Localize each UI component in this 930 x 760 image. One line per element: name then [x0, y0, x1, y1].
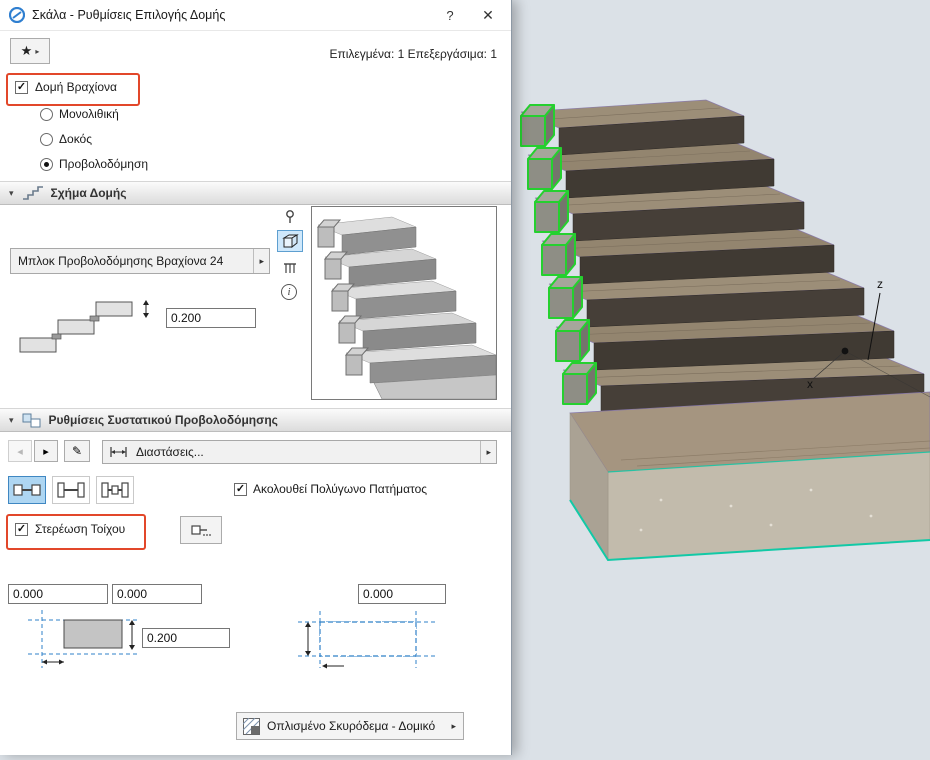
dimension-icon [110, 447, 127, 457]
check-icon: ✓ [235, 483, 246, 495]
dropdown-arrow-icon: ▸ [451, 720, 456, 731]
cross-section-schematic [28, 610, 140, 668]
building-material-label: Οπλισμένο Σκυρόδεμα - Δομικό [267, 719, 436, 733]
stair-structure-settings-dialog: Σκάλα - Ρυθμίσεις Επιλογής Δομής ? ✕ ★ ▸… [0, 0, 512, 755]
beam-structure-checkbox[interactable]: ✓ [15, 81, 28, 94]
landing-slab-schematic [298, 611, 436, 669]
offset-right-input[interactable] [112, 584, 202, 604]
dialog-title: Σκάλα - Ρυθμίσεις Επιλογής Δομής [32, 8, 226, 22]
axis-z-label: z [877, 277, 883, 291]
info-icon: i [287, 286, 291, 298]
connection-type-2-button[interactable] [52, 476, 90, 504]
block-height-schematic [19, 300, 149, 353]
thickness-input[interactable] [142, 628, 230, 648]
radio-cantilevered[interactable] [40, 158, 53, 171]
block-height-input[interactable] [166, 308, 256, 328]
radio-monolithic-label: Μονολιθική [59, 107, 119, 121]
next-component-button[interactable]: ▸ [34, 440, 58, 462]
connection-type-1-button[interactable] [8, 476, 46, 504]
check-icon: ✓ [16, 81, 27, 93]
offset-far-input[interactable] [358, 584, 446, 604]
component-section-title: Ρυθμίσεις Συστατικού Προβολοδόμησης [48, 413, 278, 427]
structure-preview [311, 206, 497, 400]
edit-component-button[interactable]: ✎ [64, 440, 90, 462]
axis-x-label: x [807, 377, 813, 391]
dropdown-arrow-icon: ▸ [480, 441, 496, 463]
shape-section-title: Σχήμα Δομής [50, 186, 127, 200]
railing-icon [284, 262, 296, 273]
radio-beam-label: Δοκός [59, 132, 92, 146]
edit-icon: ✎ [71, 444, 83, 458]
pin-icon [286, 210, 294, 223]
preview-stair-image [316, 216, 497, 400]
previous-component-button[interactable]: ◂ [8, 440, 32, 462]
dimensions-dropdown-value: Διαστάσεις... [136, 445, 204, 459]
building-material-button[interactable]: Οπλισμένο Σκυρόδεμα - Δομικό ▸ [236, 712, 464, 740]
radio-beam[interactable] [40, 133, 53, 146]
connection-type-3-icon [101, 482, 129, 498]
pin-view-button[interactable] [277, 206, 303, 228]
shape-section-header[interactable]: ▾ Σχήμα Δομής [0, 181, 511, 205]
connection-type-1-icon [13, 484, 41, 496]
dimensions-dropdown[interactable]: Διαστάσεις... ▸ [102, 440, 497, 464]
cantilever-block-dropdown-value: Μπλοκ Προβολοδόμησης Βραχίονα 24 [18, 254, 224, 268]
cube-icon [281, 234, 299, 249]
dialog-titlebar[interactable]: Σκάλα - Ρυθμίσεις Επιλογής Δομής ? ✕ [0, 0, 511, 31]
component-section-header[interactable]: ▾ Ρυθμίσεις Συστατικού Προβολοδόμησης [0, 408, 511, 432]
component-grid-icon [22, 413, 41, 427]
help-button[interactable]: ? [433, 0, 467, 30]
wall-fixing-label: Στερέωση Τοίχου [35, 522, 126, 536]
stair-3d-render: z x [520, 99, 930, 562]
origin-dot[interactable] [841, 347, 849, 355]
wall-fixing-checkbox[interactable]: ✓ [15, 523, 28, 536]
connection-type-2-icon [57, 482, 85, 498]
app-icon [9, 7, 25, 23]
offset-left-input[interactable] [8, 584, 108, 604]
railing-view-button[interactable] [277, 256, 303, 278]
selection-info: Επιλεγμένα: 1 Επεξεργάσιμα: 1 [329, 47, 497, 61]
model-view-button[interactable] [277, 230, 303, 252]
cantilever-block-dropdown[interactable]: Μπλοκ Προβολοδόμησης Βραχίονα 24 ▸ [10, 248, 270, 274]
flyout-arrow-icon: ▸ [35, 46, 40, 56]
favorites-button[interactable]: ★ ▸ [10, 38, 50, 64]
wall-fixing-options-button[interactable] [180, 516, 222, 544]
close-button[interactable]: ✕ [471, 0, 505, 30]
star-icon: ★ [20, 43, 33, 58]
3d-viewport[interactable]: z x [511, 0, 930, 755]
dropdown-arrow-icon: ▸ [253, 249, 269, 273]
material-chip-icon [243, 717, 260, 735]
beam-structure-label: Δομή Βραχίονα [35, 80, 117, 94]
collapse-icon: ▾ [9, 414, 14, 425]
info-button[interactable]: i [281, 284, 297, 300]
follow-polygon-checkbox[interactable]: ✓ [234, 483, 247, 496]
stair-shape-icon [22, 186, 43, 200]
connection-type-3-button[interactable] [96, 476, 134, 504]
wall-fixing-icon [191, 525, 211, 536]
collapse-icon: ▾ [9, 187, 14, 198]
radio-cantilevered-label: Προβολοδόμηση [59, 157, 149, 171]
check-icon: ✓ [16, 523, 27, 535]
radio-monolithic[interactable] [40, 108, 53, 121]
follow-polygon-label: Ακολουθεί Πολύγωνο Πατήματος [253, 482, 428, 496]
